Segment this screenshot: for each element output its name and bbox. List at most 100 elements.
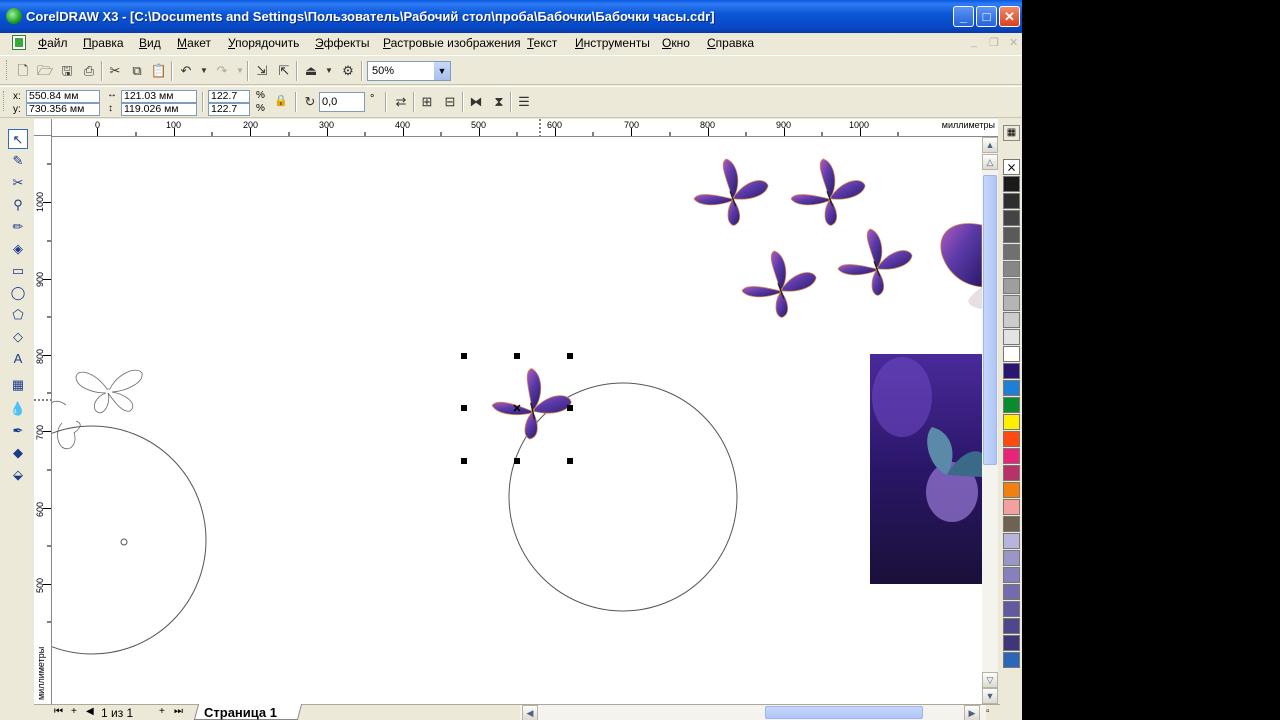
pick-tool-icon[interactable]: ↖ (8, 129, 28, 149)
application-launcher-icon[interactable]: ⏏ (301, 61, 321, 81)
color-swatch[interactable] (1003, 244, 1020, 260)
next-page-icon[interactable]: + (159, 706, 165, 717)
navigator-icon[interactable]: ▫ (986, 706, 990, 717)
redo-icon[interactable]: ↷ (212, 61, 232, 81)
color-swatch[interactable] (1003, 414, 1020, 430)
ungroup-icon[interactable]: ⊟ (440, 92, 460, 112)
butterfly[interactable] (837, 228, 913, 297)
toolbar-grip[interactable] (6, 60, 10, 80)
butterfly-partial[interactable] (940, 223, 982, 309)
close-button[interactable]: ✕ (999, 6, 1020, 27)
add-page-before-icon[interactable]: + (71, 706, 77, 717)
freehand-tool-icon[interactable]: ✏ (8, 217, 28, 237)
color-swatch[interactable] (1003, 363, 1020, 379)
eyedropper-tool-icon[interactable]: 💧 (8, 399, 28, 419)
color-swatch[interactable] (1003, 465, 1020, 481)
menu-file[interactable]: Файл (38, 36, 68, 50)
horizontal-scroll-thumb[interactable] (765, 706, 923, 719)
zoom-level-select[interactable]: 50% ▼ (367, 61, 451, 81)
vertical-scroll-thumb[interactable] (983, 175, 997, 465)
open-icon[interactable]: 🗁 (35, 61, 55, 81)
text-tool-icon[interactable]: A (8, 349, 28, 369)
export-icon[interactable]: ⇱ (274, 61, 294, 81)
color-swatch[interactable] (1003, 295, 1020, 311)
rotation-angle-field[interactable]: 0,0 (319, 92, 365, 112)
circle-left[interactable] (52, 425, 207, 655)
color-swatch[interactable] (1003, 278, 1020, 294)
menu-help[interactable]: Справка (707, 36, 754, 50)
menu-bitmaps[interactable]: Растровые изображения (383, 36, 521, 50)
undo-dropdown-icon[interactable]: ▼ (194, 61, 214, 81)
menu-view[interactable]: Вид (139, 36, 161, 50)
scale-y-field[interactable]: 122.7 (208, 103, 250, 116)
butterfly[interactable] (741, 250, 817, 319)
color-swatch[interactable] (1003, 329, 1020, 345)
palette-options-icon[interactable]: ▦ (1003, 125, 1020, 141)
group-icon[interactable]: ⊞ (417, 92, 437, 112)
scroll-page-down-button[interactable]: ▽ (982, 672, 998, 688)
toolbar-grip[interactable] (3, 91, 7, 111)
new-document-icon[interactable]: 🗋 (13, 61, 33, 81)
shape-tool-icon[interactable]: ✎ (8, 151, 28, 171)
interactive-fill-tool-icon[interactable]: ⬙ (8, 465, 28, 485)
crop-tool-icon[interactable]: ✂ (8, 173, 28, 193)
scroll-right-button[interactable]: ▶ (964, 705, 980, 720)
color-swatch[interactable] (1003, 227, 1020, 243)
color-swatch[interactable] (1003, 550, 1020, 566)
color-swatch[interactable] (1003, 210, 1020, 226)
menu-arrange[interactable]: Упорядочить (228, 36, 299, 50)
butterfly[interactable] (693, 158, 769, 227)
scroll-down-button[interactable]: ▼ (982, 688, 998, 704)
ruler-origin[interactable] (34, 119, 52, 136)
butterfly[interactable] (790, 158, 866, 227)
color-swatch[interactable] (1003, 431, 1020, 447)
rectangle-tool-icon[interactable]: ▭ (8, 261, 28, 281)
color-swatch[interactable] (1003, 346, 1020, 362)
color-swatch[interactable] (1003, 618, 1020, 634)
color-swatch[interactable] (1003, 601, 1020, 617)
align-distribute-icon[interactable]: ☰ (514, 92, 534, 112)
polygon-tool-icon[interactable]: ⬠ (8, 305, 28, 325)
butterfly-outline-left[interactable] (52, 369, 143, 450)
menu-text[interactable]: Текст (527, 36, 557, 50)
menu-edit[interactable]: Правка (83, 36, 124, 50)
mirror-icon[interactable]: ⇄ (391, 92, 411, 112)
copy-icon[interactable]: ⧉ (127, 61, 147, 81)
color-swatch[interactable] (1003, 635, 1020, 651)
fill-tool-icon[interactable]: ◆ (8, 443, 28, 463)
basic-shapes-tool-icon[interactable]: ◇ (8, 327, 28, 347)
doc-minimize-button[interactable]: _ (971, 36, 977, 48)
color-swatch[interactable] (1003, 482, 1020, 498)
last-page-icon[interactable]: ⏭ (174, 706, 183, 717)
doc-close-button[interactable]: ✕ (1009, 36, 1018, 49)
horizontal-ruler[interactable]: 0 100 200 300 400 500 600 700 800 900 10… (52, 119, 998, 137)
lock-ratio-icon[interactable]: 🔒 (271, 91, 291, 111)
y-position-field[interactable]: 730.356 мм (26, 103, 100, 116)
drawing-canvas[interactable] (52, 137, 982, 704)
first-page-icon[interactable]: ⏮ (54, 706, 63, 717)
import-icon[interactable]: ⇲ (252, 61, 272, 81)
print-icon[interactable]: ⎙ (79, 61, 99, 81)
color-swatch[interactable] (1003, 567, 1020, 583)
zoom-tool-icon[interactable]: ⚲ (8, 195, 28, 215)
color-swatch[interactable] (1003, 533, 1020, 549)
document-icon[interactable] (12, 35, 26, 50)
menu-tools[interactable]: Инструменты (575, 36, 650, 50)
no-color-swatch[interactable]: ⨯ (1003, 159, 1020, 175)
combine-icon[interactable]: ⧓ (466, 92, 486, 112)
color-swatch[interactable] (1003, 380, 1020, 396)
maximize-button[interactable]: □ (976, 6, 997, 27)
color-swatch[interactable] (1003, 176, 1020, 192)
color-swatch[interactable] (1003, 652, 1020, 668)
menu-layout[interactable]: Макет (177, 36, 211, 50)
doc-restore-button[interactable]: ❐ (989, 36, 999, 49)
scroll-page-up-button[interactable]: △ (982, 154, 998, 170)
x-position-field[interactable]: 550.84 мм (26, 90, 100, 103)
scroll-up-button[interactable]: ▲ (982, 137, 998, 153)
scale-x-field[interactable]: 122.7 (208, 90, 250, 103)
interactive-blend-tool-icon[interactable]: ▦ (8, 375, 28, 395)
color-swatch[interactable] (1003, 261, 1020, 277)
menu-effects[interactable]: Эффекты (315, 36, 370, 50)
title-bar[interactable]: CorelDRAW X3 - [C:\Documents and Setting… (0, 0, 1022, 33)
vertical-scrollbar[interactable]: ▲ △ ▽ ▼ (982, 137, 998, 704)
